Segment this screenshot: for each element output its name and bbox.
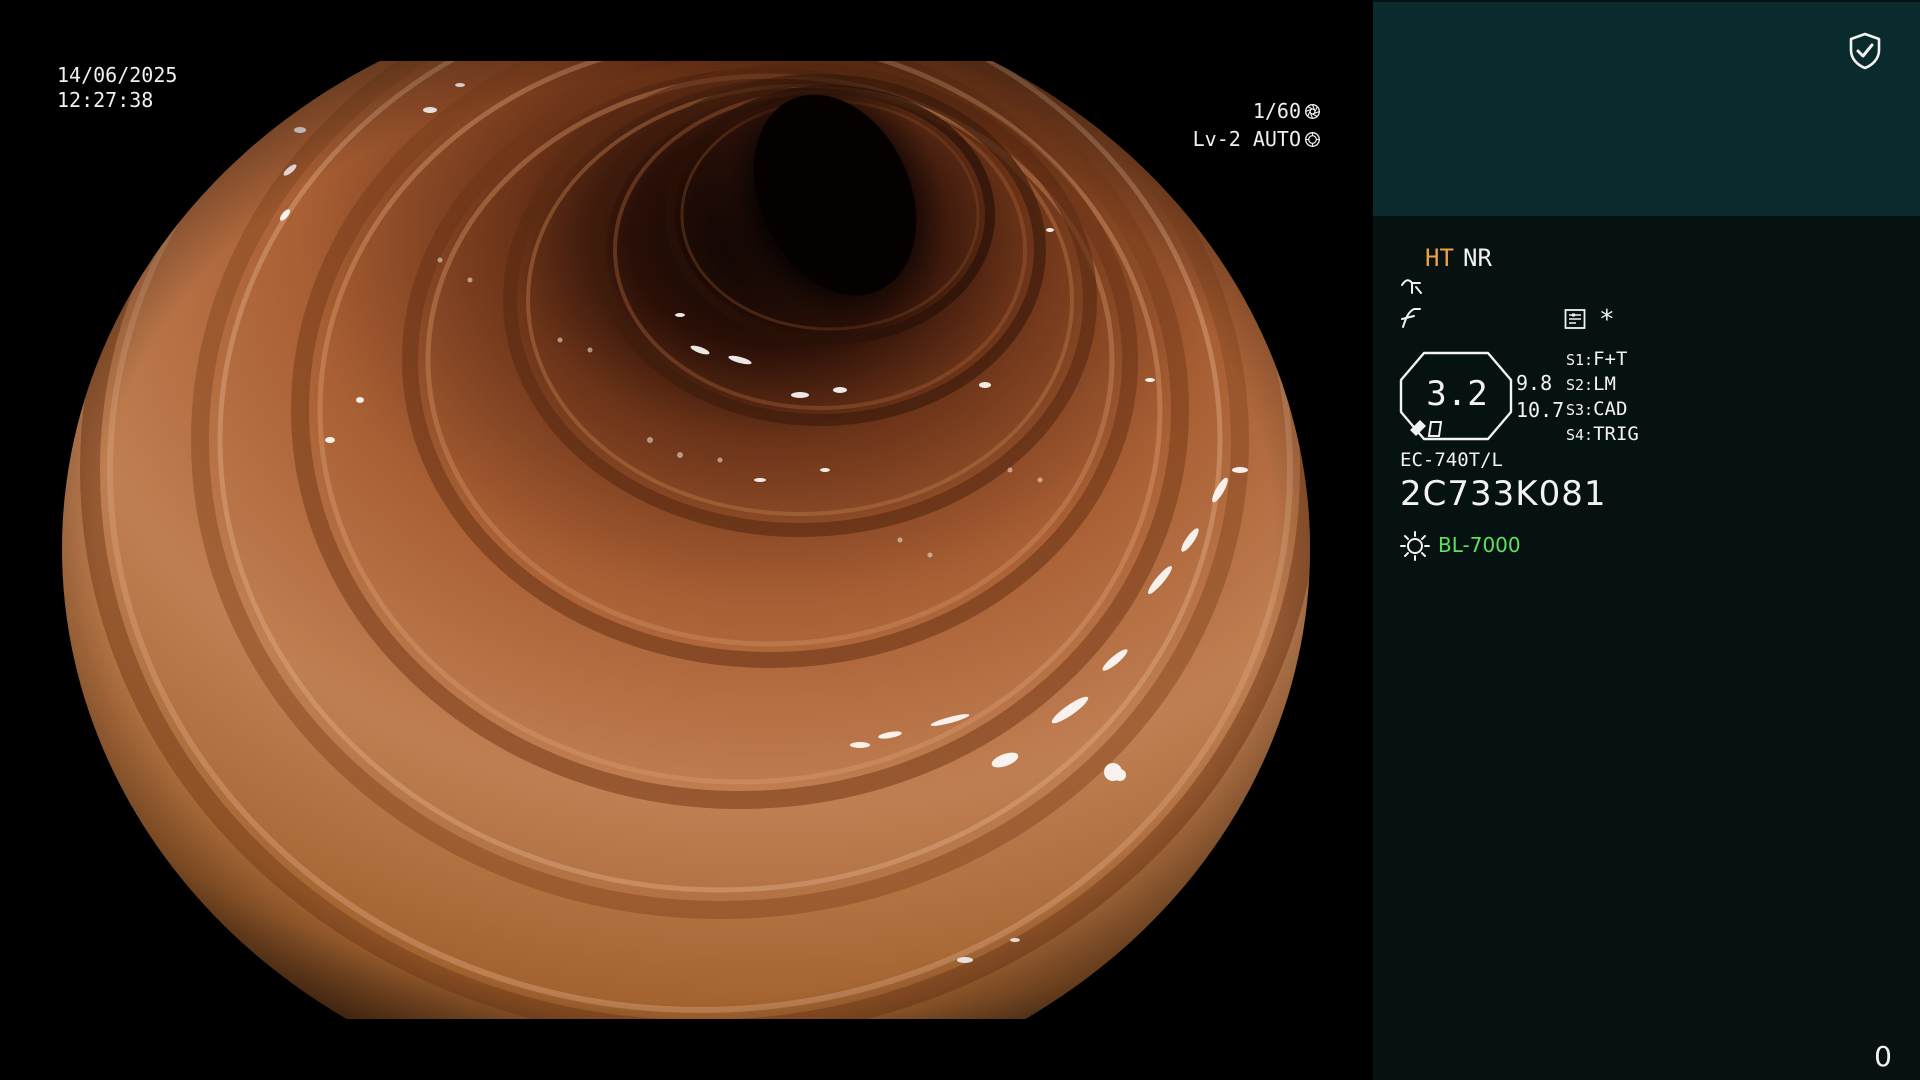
aperture-icon xyxy=(1305,104,1320,119)
structure-enhance-icon xyxy=(1401,279,1422,294)
scope-serial-number: 2C733K081 xyxy=(1400,474,1607,514)
switch-4-assignment: S4:TRIG xyxy=(1566,423,1639,445)
measure-value-top: 9.8 xyxy=(1516,371,1553,395)
switch-value: F+T xyxy=(1593,348,1628,370)
switch-key: S1: xyxy=(1566,351,1594,369)
scope-model: EC-740T/L xyxy=(1400,449,1503,471)
light-source-icon xyxy=(1400,531,1430,561)
date-readout: 14/06/2025 xyxy=(57,63,178,87)
switch-key: S2: xyxy=(1566,376,1594,394)
measure-value-bottom: 10.7 xyxy=(1516,398,1565,422)
shutter-readout: 1/60 xyxy=(1253,99,1321,124)
ht-indicator: HT xyxy=(1425,244,1454,272)
endoscope-image xyxy=(62,61,1310,1019)
image-settings-icon xyxy=(1564,309,1586,329)
light-source-model: BL-7000 xyxy=(1438,533,1521,557)
switch-value: LM xyxy=(1593,373,1616,395)
counter-value: 0 xyxy=(1874,1040,1892,1073)
switch-value: TRIG xyxy=(1593,423,1639,445)
iris-value: Lv-2 AUTO xyxy=(1192,127,1301,151)
switch-3-assignment: S3:CAD xyxy=(1566,398,1627,420)
switch-key: S3: xyxy=(1566,401,1594,419)
switch-1-assignment: S1:F+T xyxy=(1566,348,1627,370)
tone-curve-icon xyxy=(1401,308,1421,328)
info-panel: HT NR * 3.2 9.8 10.7 S1:F+T S2:LM S3:CAD… xyxy=(1373,0,1920,1080)
zoom-value: 3.2 xyxy=(1426,374,1488,414)
asterisk-indicator: * xyxy=(1599,305,1615,335)
switch-value: CAD xyxy=(1593,398,1628,420)
nr-indicator: NR xyxy=(1463,244,1492,272)
patient-info-area xyxy=(1373,2,1920,216)
shield-check-icon xyxy=(1849,32,1881,70)
time-readout: 12:27:38 xyxy=(57,88,154,112)
shutter-value: 1/60 xyxy=(1252,99,1301,123)
iris-readout: Lv-2 AUTO xyxy=(1193,127,1321,152)
iris-icon xyxy=(1305,132,1320,147)
endoscopy-monitor: 14/06/2025 12:27:38 1/60 Lv-2 AUTO HT NR xyxy=(0,0,1920,1080)
endoscope-view: 14/06/2025 12:27:38 1/60 Lv-2 AUTO xyxy=(0,0,1373,1080)
switch-key: S4: xyxy=(1566,426,1594,444)
switch-2-assignment: S2:LM xyxy=(1566,373,1616,395)
